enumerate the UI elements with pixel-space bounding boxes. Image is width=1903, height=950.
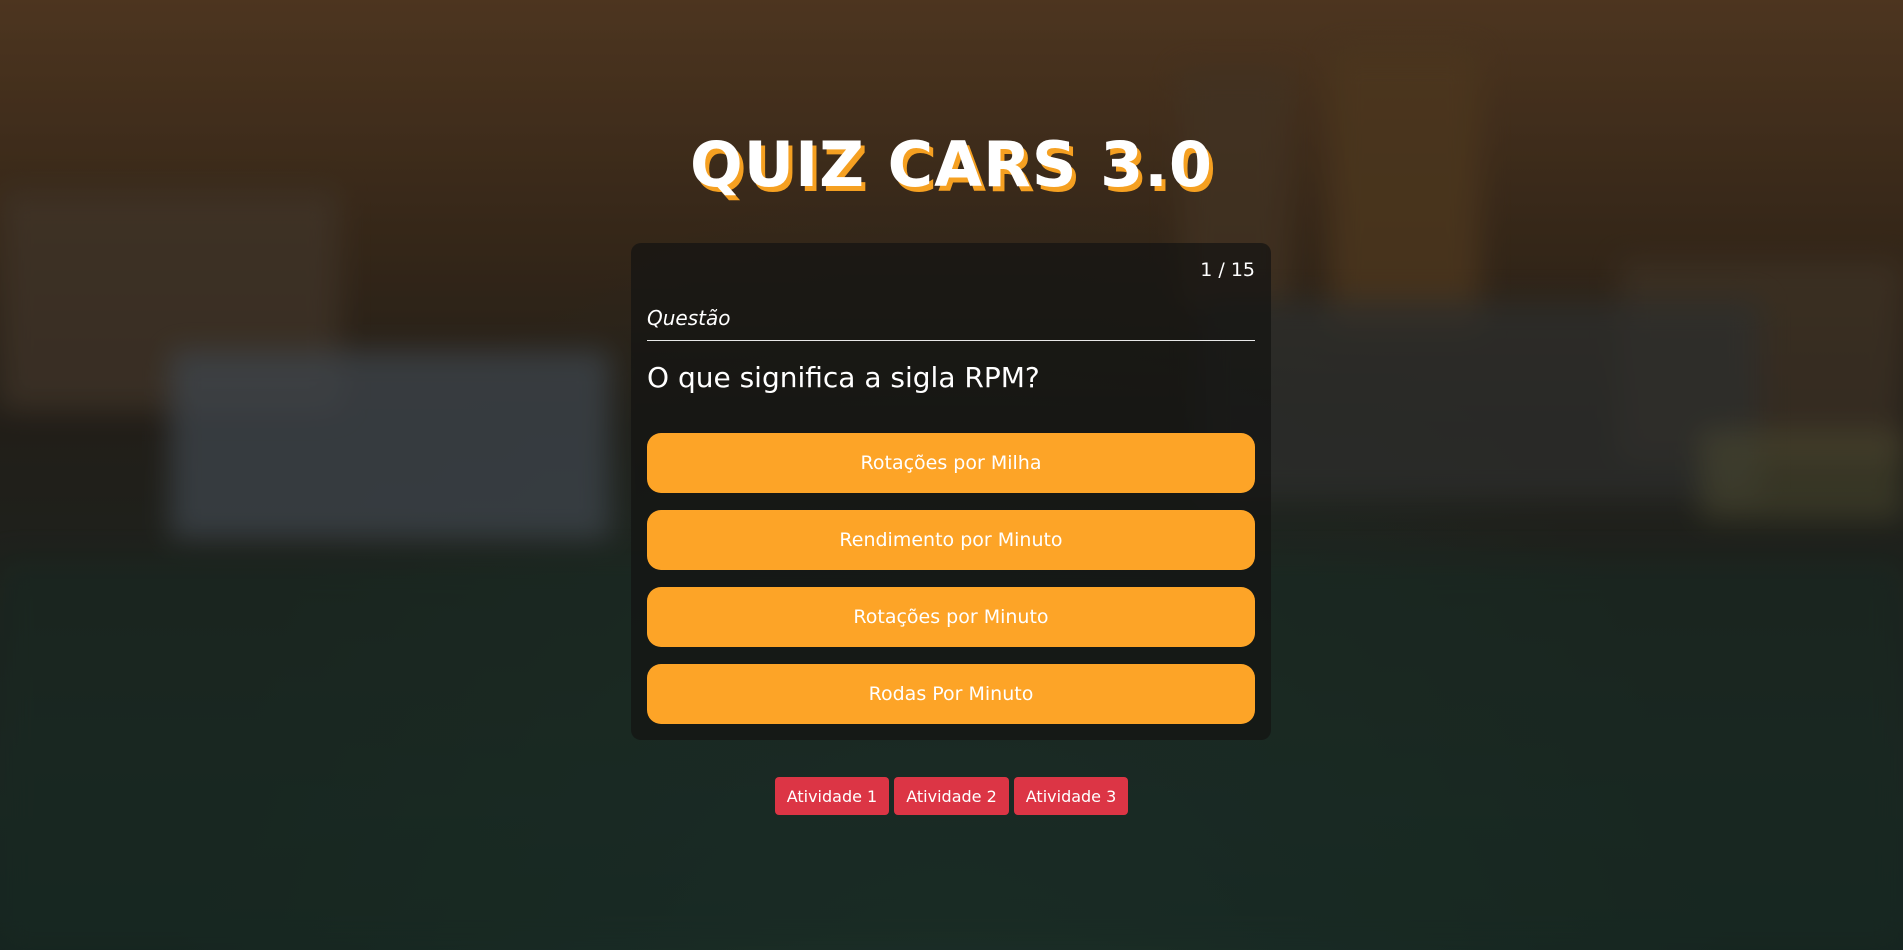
page-title: QUIZ CARS 3.0 [690,128,1213,201]
activity-3-button[interactable]: Atividade 3 [1013,777,1129,815]
answer-button-4[interactable]: Rodas Por Minuto [647,664,1255,724]
activity-2-button[interactable]: Atividade 2 [894,777,1009,815]
question-card: 1 / 15 Questão O que significa a sigla R… [631,243,1271,740]
activity-buttons: Atividade 1 Atividade 2 Atividade 3 [0,777,1903,815]
activity-1-button[interactable]: Atividade 1 [774,777,890,815]
answer-button-3[interactable]: Rotações por Minuto [647,587,1255,647]
question-text: O que significa a sigla RPM? [647,361,1040,394]
answer-button-1[interactable]: Rotações por Milha [647,433,1255,493]
divider [647,340,1255,341]
question-section-label: Questão [647,306,731,330]
answer-button-2[interactable]: Rendimento por Minuto [647,510,1255,570]
question-counter: 1 / 15 [1200,259,1255,281]
